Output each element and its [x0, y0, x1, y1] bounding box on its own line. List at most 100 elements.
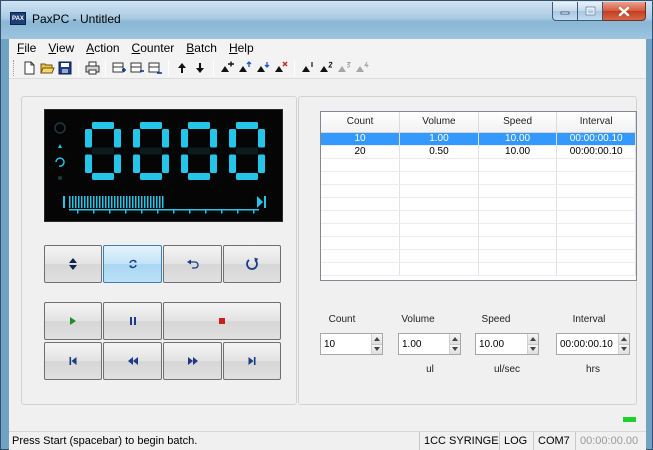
empty-cell[interactable] [399, 158, 479, 172]
empty-cell[interactable] [399, 223, 479, 237]
table-row[interactable] [321, 158, 636, 172]
empty-cell[interactable] [399, 210, 479, 224]
toolbar-grip[interactable] [13, 59, 16, 76]
table-row[interactable] [321, 197, 636, 211]
cell-speed[interactable]: 10.00 [478, 145, 558, 159]
batch-table[interactable]: Count Volume Speed Interval 10 1.00 10.0… [320, 111, 637, 281]
table-row[interactable] [321, 171, 636, 185]
empty-cell[interactable] [321, 210, 401, 224]
empty-cell[interactable] [399, 197, 479, 211]
step-1-button[interactable] [299, 59, 317, 77]
move-up-button[interactable] [173, 59, 191, 77]
clear-rows-button[interactable] [146, 59, 164, 77]
cell-interval[interactable]: 00:00:00.10 [556, 145, 636, 159]
empty-cell[interactable] [399, 171, 479, 185]
empty-cell[interactable] [478, 223, 558, 237]
undo-button[interactable] [163, 245, 222, 283]
rewind-button[interactable] [103, 342, 162, 380]
reset-button[interactable] [223, 245, 281, 283]
column-header-volume[interactable]: Volume [399, 112, 479, 133]
empty-cell[interactable] [321, 236, 401, 250]
step-2-button[interactable] [317, 59, 335, 77]
empty-cell[interactable] [321, 197, 401, 211]
empty-cell[interactable] [478, 249, 558, 263]
empty-cell[interactable] [399, 262, 479, 276]
empty-cell[interactable] [556, 171, 636, 185]
empty-cell[interactable] [321, 171, 401, 185]
empty-cell[interactable] [321, 249, 401, 263]
count-decrement-button[interactable] [372, 344, 382, 354]
print-button[interactable] [83, 59, 101, 77]
empty-cell[interactable] [556, 158, 636, 172]
cell-speed[interactable]: 10.00 [478, 132, 558, 146]
empty-cell[interactable] [321, 262, 401, 276]
speed-increment-button[interactable] [528, 334, 538, 345]
table-row[interactable] [321, 249, 636, 263]
menu-help[interactable]: Help [223, 39, 260, 57]
empty-cell[interactable] [321, 184, 401, 198]
table-row[interactable] [321, 184, 636, 198]
volume-input[interactable] [399, 338, 450, 350]
empty-cell[interactable] [478, 197, 558, 211]
pause-button[interactable] [103, 302, 162, 340]
empty-cell[interactable] [556, 210, 636, 224]
table-row[interactable]: 10 1.00 10.00 00:00:00.10 [321, 132, 636, 146]
cell-volume[interactable]: 0.50 [399, 145, 479, 159]
close-button[interactable] [603, 2, 646, 21]
table-row[interactable] [321, 210, 636, 224]
interval-increment-button[interactable] [618, 334, 629, 345]
minimize-button[interactable] [552, 2, 578, 21]
insert-row-button[interactable] [110, 59, 128, 77]
empty-cell[interactable] [556, 262, 636, 276]
skip-back-button[interactable] [44, 342, 102, 380]
cell-interval[interactable]: 00:00:00.10 [556, 132, 636, 146]
column-header-interval[interactable]: Interval [556, 112, 636, 133]
empty-cell[interactable] [478, 210, 558, 224]
column-header-speed[interactable]: Speed [478, 112, 558, 133]
empty-cell[interactable] [556, 197, 636, 211]
menu-counter[interactable]: Counter [126, 39, 181, 57]
save-button[interactable] [56, 59, 74, 77]
column-header-count[interactable]: Count [321, 112, 401, 133]
interval-decrement-button[interactable] [618, 344, 629, 354]
start-button[interactable] [44, 302, 102, 340]
empty-cell[interactable] [556, 236, 636, 250]
skip-forward-button[interactable] [223, 342, 281, 380]
table-row[interactable] [321, 262, 636, 276]
delete-row-button[interactable] [128, 59, 146, 77]
cell-count[interactable]: 10 [321, 132, 401, 146]
menu-batch[interactable]: Batch [180, 39, 223, 57]
maximize-button[interactable] [578, 2, 603, 21]
count-increment-button[interactable] [372, 334, 382, 345]
open-button[interactable] [38, 59, 56, 77]
step-up-button[interactable] [236, 59, 254, 77]
empty-cell[interactable] [399, 184, 479, 198]
empty-cell[interactable] [321, 158, 401, 172]
table-row[interactable]: 20 0.50 10.00 00:00:00.10 [321, 145, 636, 159]
title-bar[interactable]: PAX PaxPC - Untitled [1, 1, 652, 39]
empty-cell[interactable] [478, 171, 558, 185]
empty-cell[interactable] [556, 223, 636, 237]
step-down-button[interactable] [254, 59, 272, 77]
speed-input[interactable] [476, 338, 528, 350]
empty-cell[interactable] [399, 236, 479, 250]
empty-cell[interactable] [478, 236, 558, 250]
speed-decrement-button[interactable] [528, 344, 538, 354]
volume-decrement-button[interactable] [450, 344, 460, 354]
empty-cell[interactable] [478, 262, 558, 276]
step-3-button[interactable] [335, 59, 353, 77]
cell-volume[interactable]: 1.00 [399, 132, 479, 146]
interval-input[interactable] [557, 338, 618, 350]
menu-view[interactable]: View [42, 39, 80, 57]
empty-cell[interactable] [556, 249, 636, 263]
move-down-button[interactable] [191, 59, 209, 77]
repeat-button[interactable] [103, 245, 162, 283]
fast-forward-button[interactable] [163, 342, 222, 380]
count-input[interactable] [321, 338, 372, 350]
step-delete-button[interactable] [272, 59, 290, 77]
direction-button[interactable] [44, 245, 102, 283]
menu-file[interactable]: File [11, 39, 42, 57]
menu-action[interactable]: Action [80, 39, 125, 57]
step-4-button[interactable] [353, 59, 371, 77]
empty-cell[interactable] [478, 184, 558, 198]
